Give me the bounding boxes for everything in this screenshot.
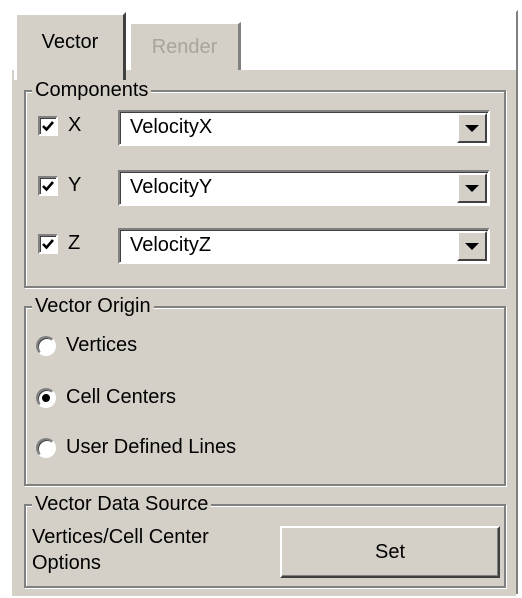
tab-render-label: Render (151, 35, 218, 58)
chevron-down-icon (465, 124, 479, 132)
radio-user-defined-lines[interactable] (36, 437, 56, 458)
component-y-select[interactable]: VelocityY (118, 170, 490, 206)
component-z-select[interactable]: VelocityZ (118, 228, 490, 264)
origin-option-vertices-label: Vertices (66, 334, 138, 356)
components-group: Components X VelocityX Y VelocityY Z Vel… (24, 78, 506, 288)
radio-selected-dot-icon (42, 393, 50, 402)
tab-content: Components X VelocityX Y VelocityY Z Vel… (12, 68, 516, 596)
component-y-dropdown-button[interactable] (457, 173, 487, 203)
tab-vector-label: Vector (41, 31, 99, 53)
tab-vector[interactable]: Vector (14, 12, 126, 80)
checkbox-z[interactable] (38, 233, 58, 254)
component-x-dropdown-button[interactable] (457, 113, 487, 143)
chevron-down-icon (465, 242, 479, 250)
components-group-title: Components (32, 78, 152, 102)
origin-option-vertices[interactable]: Vertices (36, 334, 137, 357)
component-x-label: X (68, 114, 82, 136)
component-x-select[interactable]: VelocityX (118, 110, 490, 146)
check-icon (42, 120, 54, 131)
set-button-label: Set (374, 540, 406, 563)
checkbox-x[interactable] (38, 115, 58, 136)
radio-vertices[interactable] (36, 335, 56, 356)
set-button[interactable]: Set (280, 526, 500, 578)
component-x-value: VelocityX (130, 116, 213, 138)
component-row-z: Z (38, 232, 80, 255)
component-z-label: Z (68, 232, 81, 254)
origin-option-user-defined-lines[interactable]: User Defined Lines (36, 436, 236, 459)
component-z-value: VelocityZ (130, 234, 212, 256)
component-row-y: Y (38, 174, 81, 197)
origin-option-user-defined-lines-label: User Defined Lines (66, 436, 237, 458)
component-z-dropdown-button[interactable] (457, 231, 487, 261)
vertices-cell-center-label-line1: Vertices/Cell Center (32, 526, 209, 548)
vector-data-source-group-title: Vector Data Source (32, 492, 212, 516)
vertices-cell-center-label-line2: Options (32, 552, 101, 574)
tab-render[interactable]: Render (129, 22, 241, 70)
radio-cell-centers[interactable] (36, 387, 56, 408)
vector-settings-panel: Vector Render Components X VelocityX Y V… (10, 10, 518, 596)
checkbox-y[interactable] (38, 175, 58, 196)
origin-option-cell-centers-label: Cell Centers (66, 386, 177, 408)
check-icon (42, 238, 54, 249)
origin-option-cell-centers[interactable]: Cell Centers (36, 386, 176, 409)
component-y-value: VelocityY (130, 176, 213, 198)
vector-origin-group: Vector Origin Vertices Cell Centers User… (24, 294, 506, 486)
chevron-down-icon (465, 184, 479, 192)
component-y-label: Y (68, 174, 82, 196)
check-icon (42, 180, 54, 191)
vector-data-source-group: Vector Data Source Vertices/Cell Center … (24, 492, 506, 588)
component-row-x: X (38, 114, 81, 137)
vector-origin-group-title: Vector Origin (32, 294, 154, 318)
